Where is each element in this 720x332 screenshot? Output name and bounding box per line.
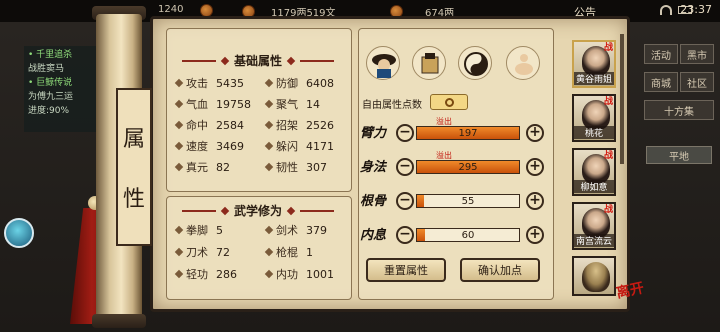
wifi-icon <box>660 5 672 15</box>
stat-parry: 招架 2526 <box>264 117 334 133</box>
constitution-minus-button[interactable]: − <box>396 192 414 210</box>
quest-line-5: 进度:90% <box>28 106 70 116</box>
free-points-badge <box>430 94 468 110</box>
panel-title-char-1: 属 <box>122 127 145 152</box>
attr-label-constitution: 根骨 <box>360 194 387 209</box>
attr-label-breath: 内息 <box>360 228 387 243</box>
free-points-label: 自由属性点数 <box>362 100 422 111</box>
breath-minus-button[interactable]: − <box>396 226 414 244</box>
strength-overflow: 溢出 <box>436 117 452 126</box>
activity-button[interactable]: 活动 <box>644 44 678 64</box>
agility-bar: 295 <box>416 160 520 174</box>
quest-tracker[interactable]: • 千里追杀 战胜窦马 • 巨鲸传说 为傅九三运 进度:90% <box>24 46 100 132</box>
attr-label-agility: 身法 <box>360 160 387 175</box>
stat-toughness: 韧性 307 <box>264 159 327 175</box>
stat-lightness: 轻功 286 <box>174 266 237 282</box>
martial-arts-title: 武学修为 <box>182 202 335 219</box>
taiji-icon[interactable] <box>458 46 492 80</box>
stat-qi: 聚气 14 <box>264 96 320 112</box>
reset-attributes-button[interactable]: 重置属性 <box>366 258 446 282</box>
stat-hit: 命中 2584 <box>174 117 244 133</box>
stat-speed: 速度 3469 <box>174 138 244 154</box>
market-button[interactable]: 十方集 <box>644 100 714 120</box>
battle-badge: 战 <box>604 205 614 215</box>
roster-card[interactable] <box>572 256 616 296</box>
stat-defense: 防御 6408 <box>264 75 334 91</box>
title-diamond-right <box>286 56 296 65</box>
black-market-button[interactable]: 黑市 <box>680 44 714 64</box>
battle-badge: 战 <box>604 97 614 107</box>
quest-line-4: 为傅九三运 <box>28 92 74 102</box>
attr-label-strength: 臂力 <box>360 126 387 141</box>
battle-badge: 战 <box>604 43 614 53</box>
strength-bar: 197 <box>416 126 520 140</box>
quest-line-3: • 巨鲸传说 <box>28 78 73 88</box>
title-line-left <box>182 59 216 62</box>
constitution-plus-button[interactable]: + <box>526 192 544 210</box>
title-line-right <box>300 209 335 212</box>
strength-minus-button[interactable]: − <box>396 124 414 142</box>
title-diamond-left <box>220 206 230 215</box>
inventory-icon[interactable] <box>412 46 446 80</box>
portrait-icon <box>582 262 610 292</box>
stat-fist: 拳脚 5 <box>174 222 223 238</box>
stat-blade: 刀术 72 <box>174 244 230 260</box>
constitution-bar: 55 <box>416 194 520 208</box>
title-line-right <box>300 59 335 62</box>
panel-title-char-2: 性 <box>122 187 145 212</box>
terrain-label: 平地 <box>646 146 712 164</box>
title-line-left <box>182 209 216 212</box>
level-value: 1240 <box>158 4 184 15</box>
stat-dodge: 躲闪 4171 <box>264 138 334 154</box>
meditation-icon[interactable] <box>506 46 540 80</box>
breath-bar: 60 <box>416 228 520 242</box>
roster-scrollbar[interactable] <box>620 34 624 164</box>
battle-badge: 战 <box>604 151 614 161</box>
title-diamond-right <box>286 206 296 215</box>
stat-inner-power: 内功 1001 <box>264 266 334 282</box>
clock: 23:37 <box>680 3 712 16</box>
strength-plus-button[interactable]: + <box>526 124 544 142</box>
basic-attributes-title: 基础属性 <box>182 52 335 69</box>
hero-portrait-icon[interactable] <box>366 46 400 80</box>
player-level-group: 1240 <box>158 4 183 15</box>
agility-overflow: 溢出 <box>436 151 452 160</box>
stat-sword: 剑术 379 <box>264 222 327 238</box>
scroll-rod-bottom <box>92 314 146 328</box>
panel-title-tag: 属 性 <box>116 88 152 246</box>
confirm-points-button[interactable]: 确认加点 <box>460 258 540 282</box>
breath-plus-button[interactable]: + <box>526 226 544 244</box>
point-icon <box>444 97 454 107</box>
stat-attack: 攻击 5435 <box>174 75 244 91</box>
stat-spear: 枪棍 1 <box>264 244 313 260</box>
quest-line-1: • 千里追杀 <box>28 50 73 60</box>
stat-hp: 气血 19758 <box>174 96 251 112</box>
stat-true-yuan: 真元 82 <box>174 159 230 175</box>
agility-plus-button[interactable]: + <box>526 158 544 176</box>
companion-avatar[interactable] <box>4 218 34 248</box>
shop-button[interactable]: 商城 <box>644 72 678 92</box>
community-button[interactable]: 社区 <box>680 72 714 92</box>
title-diamond-left <box>220 56 230 65</box>
agility-minus-button[interactable]: − <box>396 158 414 176</box>
quest-line-2: 战胜窦马 <box>28 64 65 74</box>
